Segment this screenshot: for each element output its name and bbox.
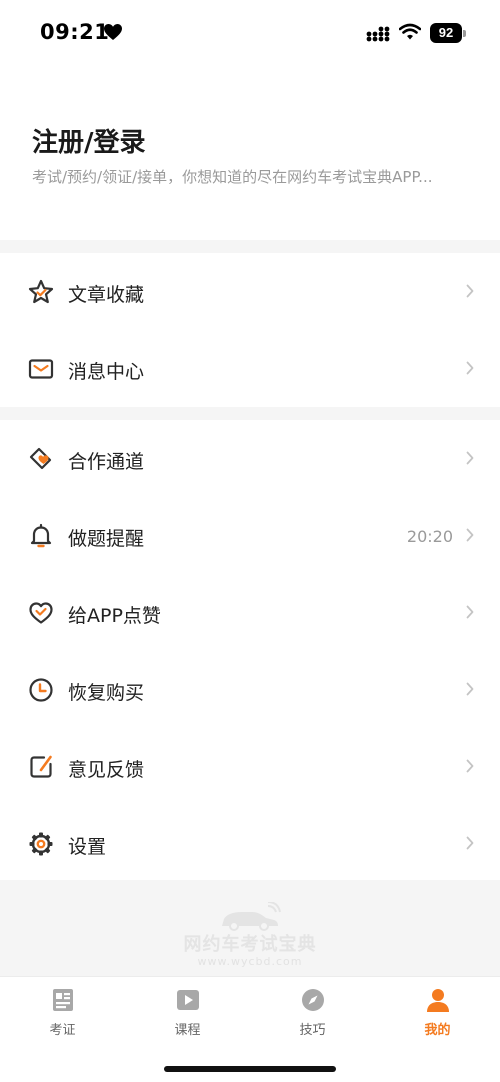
menu-label: 做题提醒 — [68, 528, 145, 550]
tab-label: 课程 — [174, 1023, 201, 1038]
menu-item-cooperation-channel[interactable]: 合作通道 — [0, 420, 500, 497]
login-header[interactable]: 注册/登录 考试/预约/领证/接单，你想知道的尽在网约车考试宝典APP... — [0, 66, 500, 240]
chevron-right-icon — [466, 759, 474, 773]
menu-item-message-center[interactable]: 消息中心 — [0, 330, 500, 407]
menu-item-article-favorites[interactable]: 文章收藏 — [0, 253, 500, 330]
menu-label: 消息中心 — [68, 361, 145, 383]
clock-icon — [29, 678, 53, 702]
menu-label: 设置 — [68, 836, 107, 858]
home-indicator — [164, 1066, 336, 1072]
reminder-time-value: 20:20 — [406, 527, 453, 546]
heart-icon — [104, 24, 122, 40]
battery-cap — [463, 30, 466, 37]
menu-label: 恢复购买 — [68, 682, 145, 704]
menu-item-practice-reminder[interactable]: 做题提醒 20:20 — [0, 497, 500, 574]
chevron-right-icon — [466, 528, 474, 542]
gear-icon — [29, 832, 53, 856]
tab-tips[interactable]: 技巧 — [250, 977, 375, 1047]
login-register-title[interactable]: 注册/登录 — [32, 122, 146, 159]
brand-watermark: 网约车考试宝典 www.wycbd.com — [180, 902, 320, 974]
star-icon — [28, 279, 54, 304]
compass-icon — [302, 989, 324, 1011]
watermark-title: 网约车考试宝典 — [183, 934, 317, 955]
car-logo-icon — [222, 902, 281, 931]
chevron-right-icon — [466, 682, 474, 696]
menu-item-restore-purchase[interactable]: 恢复购买 — [0, 651, 500, 728]
tab-mine[interactable]: 我的 — [375, 977, 500, 1047]
menu-label: 意见反馈 — [68, 759, 145, 781]
tab-label: 考证 — [49, 1023, 76, 1038]
handshake-heart-icon — [29, 447, 52, 470]
user-icon — [427, 989, 449, 1012]
login-subtitle: 考试/预约/领证/接单，你想知道的尽在网约车考试宝典APP... — [32, 168, 433, 186]
tab-exam[interactable]: 考证 — [0, 977, 125, 1047]
menu-label: 给APP点赞 — [68, 605, 161, 627]
tab-label: 技巧 — [299, 1023, 326, 1038]
chevron-right-icon — [466, 451, 474, 465]
envelope-icon — [28, 359, 54, 379]
chevron-right-icon — [466, 361, 474, 375]
section-divider — [0, 407, 500, 420]
menu-label: 合作通道 — [68, 451, 145, 473]
footer-watermark-area: 网约车考试宝典 www.wycbd.com — [0, 880, 500, 976]
video-play-icon — [177, 990, 199, 1010]
watermark-url: www.wycbd.com — [197, 955, 303, 968]
battery-level: 92 — [430, 23, 462, 43]
heart-thumb-icon — [29, 602, 53, 624]
chevron-right-icon — [466, 284, 474, 298]
menu-label: 文章收藏 — [68, 284, 145, 306]
exam-book-icon — [53, 989, 73, 1011]
menu-item-rate-app[interactable]: 给APP点赞 — [0, 574, 500, 651]
bottom-tab-bar: 考证 课程 技巧 我的 — [0, 976, 500, 1082]
feedback-pen-icon — [30, 755, 52, 778]
section-divider — [0, 240, 500, 253]
status-bar: 09:21 92 — [0, 0, 500, 66]
bell-icon — [30, 523, 52, 548]
wifi-icon — [399, 23, 421, 40]
menu-item-settings[interactable]: 设置 — [0, 805, 500, 882]
chevron-right-icon — [466, 836, 474, 850]
tab-courses[interactable]: 课程 — [125, 977, 250, 1047]
status-time: 09:21 — [40, 20, 110, 44]
battery-indicator: 92 — [430, 23, 466, 43]
menu-item-feedback[interactable]: 意见反馈 — [0, 728, 500, 805]
chevron-right-icon — [466, 605, 474, 619]
tab-label: 我的 — [424, 1023, 451, 1038]
signal-icon — [366, 26, 390, 42]
